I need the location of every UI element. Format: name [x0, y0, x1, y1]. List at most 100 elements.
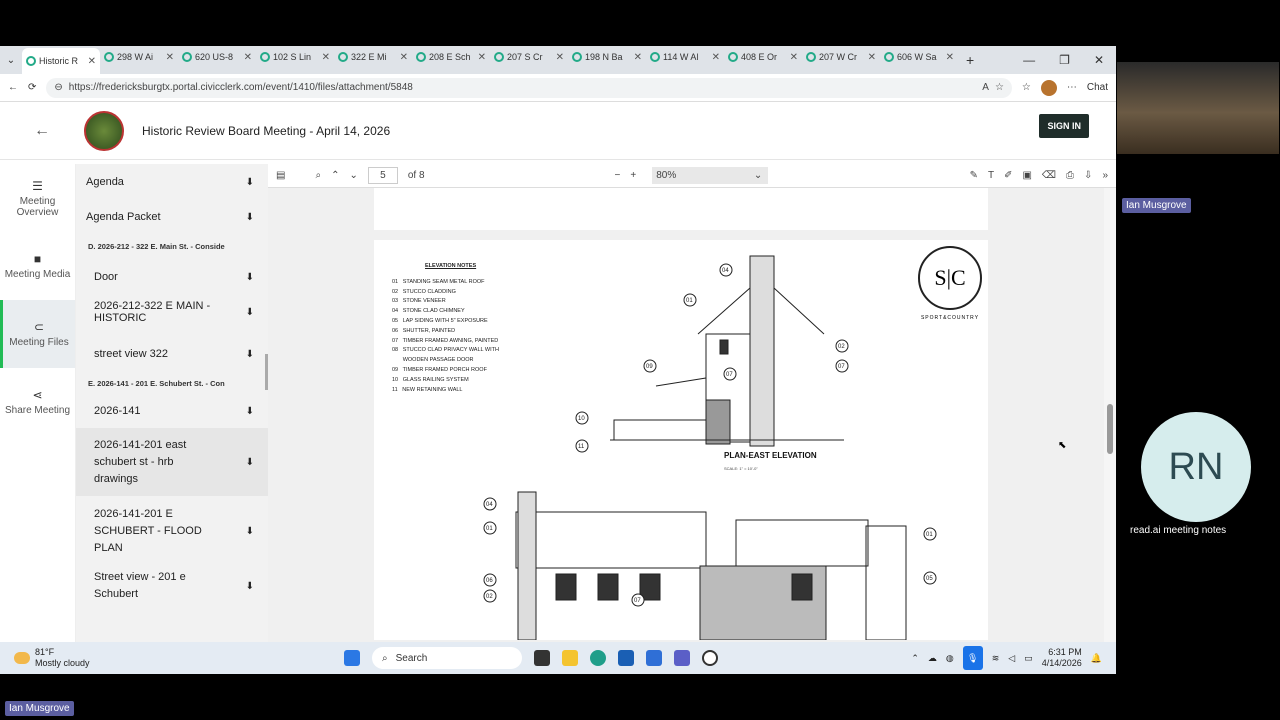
search-icon[interactable]: ⌕ [315, 170, 321, 181]
sign-in-button[interactable]: SIGN IN [1039, 114, 1089, 138]
erase-icon[interactable]: ⌫ [1042, 170, 1056, 181]
nav-share[interactable]: ⋖ Share Meeting [0, 368, 75, 436]
file-hrb-drawings[interactable]: 2026-141-201 east schubert st - hrb draw… [76, 428, 268, 496]
minimize-button[interactable]: — [1023, 53, 1035, 67]
tab-list-button[interactable]: ⌄ [0, 55, 22, 66]
zoom-select[interactable]: 80% ⌄ [652, 167, 769, 184]
page-number-input[interactable]: 5 [367, 167, 398, 184]
favorite-icon[interactable]: ☆ [995, 82, 1004, 93]
more-menu-icon[interactable]: ⋯ [1067, 82, 1077, 93]
file-flood-plan[interactable]: 2026-141-201 E SCHUBERT - FLOOD PLAN ⬇ [76, 496, 268, 566]
close-tab-icon[interactable]: ✕ [166, 52, 174, 63]
download-icon[interactable]: ⬇ [246, 177, 254, 188]
download-icon[interactable]: ⬇ [246, 272, 254, 283]
close-tab-icon[interactable]: ✕ [868, 52, 876, 63]
wifi-icon[interactable]: ≋ [992, 653, 1000, 664]
file-2026-141[interactable]: 2026-141 ⬇ [76, 394, 268, 428]
browser-tab[interactable]: 208 E Sch ✕ [412, 46, 490, 68]
download-icon[interactable]: ⬇ [246, 457, 254, 468]
close-tab-icon[interactable]: ✕ [88, 56, 96, 67]
browser-tab[interactable]: 322 E Mi ✕ [334, 46, 412, 68]
download-icon[interactable]: ⬇ [246, 406, 254, 417]
new-tab-button[interactable]: + [958, 52, 982, 68]
browser-tab[interactable]: 207 W Cr ✕ [802, 46, 880, 68]
next-page-icon[interactable]: ⌄ [349, 170, 357, 181]
file-door[interactable]: Door ⬇ [76, 257, 268, 287]
download-icon[interactable]: ⬇ [246, 212, 254, 223]
back-button[interactable]: ← [8, 82, 18, 93]
browser-tab[interactable]: 408 E Or ✕ [724, 46, 802, 68]
image-icon[interactable]: ▣ [1022, 170, 1031, 181]
close-tab-icon[interactable]: ✕ [400, 52, 408, 63]
site-info-icon[interactable]: ⊖ [54, 82, 62, 93]
prev-page-icon[interactable]: ⌃ [331, 170, 339, 181]
browser-tab[interactable]: 114 W Al ✕ [646, 46, 724, 68]
start-button[interactable] [344, 650, 360, 666]
zoom-in-icon[interactable]: + [630, 170, 636, 181]
save-icon[interactable]: ⇩ [1084, 170, 1092, 181]
favorites-icon[interactable]: ☆ [1022, 82, 1031, 93]
browser-tab[interactable]: 620 US-8 ✕ [178, 46, 256, 68]
browser-tab[interactable]: 207 S Cr ✕ [490, 46, 568, 68]
draw-icon[interactable]: ✎ [970, 170, 978, 181]
pdf-scrollbar[interactable] [1104, 188, 1116, 642]
print-icon[interactable]: ⎙ [1066, 170, 1074, 181]
tray-app-icon[interactable]: ◍ [946, 653, 954, 664]
download-icon[interactable]: ⬇ [246, 349, 254, 360]
close-tab-icon[interactable]: ✕ [634, 52, 642, 63]
clock[interactable]: 6:31 PM 4/14/2026 [1042, 647, 1082, 669]
section-e-header[interactable]: E. 2026-141 - 201 E. Schubert St. - Con [76, 371, 268, 394]
profile-avatar[interactable] [1040, 79, 1057, 96]
battery-icon[interactable]: ▭ [1024, 653, 1033, 664]
close-tab-icon[interactable]: ✕ [478, 52, 486, 63]
scroll-thumb[interactable] [1107, 404, 1113, 454]
file-322-historic[interactable]: 2026-212-322 E MAIN - HISTORIC ⬇ [76, 287, 268, 337]
address-bar[interactable]: ⊖ https://fredericksburgtx.portal.civicc… [46, 77, 1012, 98]
back-arrow-icon[interactable]: ← [0, 122, 84, 140]
edge-icon[interactable] [590, 650, 606, 666]
more-tools-icon[interactable]: » [1102, 170, 1108, 181]
taskbar-search[interactable]: ⌕ Search [372, 647, 522, 669]
section-d-header[interactable]: D. 2026-212 - 322 E. Main St. - Conside [76, 234, 268, 257]
teams-icon[interactable] [674, 650, 690, 666]
download-icon[interactable]: ⬇ [246, 581, 254, 592]
download-icon[interactable]: ⬇ [246, 307, 254, 318]
copilot-chat-button[interactable]: Chat [1087, 82, 1108, 93]
close-tab-icon[interactable]: ✕ [244, 52, 252, 63]
task-view-icon[interactable] [534, 650, 550, 666]
zoom-out-icon[interactable]: − [615, 170, 621, 181]
browser-tab[interactable]: Historic R ✕ [22, 48, 100, 74]
file-agenda[interactable]: Agenda ⬇ [76, 164, 268, 200]
outlook-icon[interactable] [646, 650, 662, 666]
microphone-icon[interactable]: 🎙 [962, 646, 983, 670]
restore-button[interactable]: ❐ [1059, 53, 1070, 67]
close-tab-icon[interactable]: ✕ [790, 52, 798, 63]
volume-icon[interactable]: ◁ [1008, 653, 1015, 664]
weather-widget[interactable]: 81°F Mostly cloudy [14, 647, 344, 669]
onedrive-icon[interactable]: ☁ [928, 653, 937, 664]
nav-video[interactable]: ■ Meeting Media [0, 232, 75, 300]
browser-tab[interactable]: 102 S Lin ✕ [256, 46, 334, 68]
app-icon[interactable] [702, 650, 718, 666]
notification-icon[interactable]: 🔔 [1091, 653, 1102, 664]
browser-tab[interactable]: 298 W Ai ✕ [100, 46, 178, 68]
file-explorer-icon[interactable] [562, 650, 578, 666]
close-tab-icon[interactable]: ✕ [946, 52, 954, 63]
browser-tab[interactable]: 606 W Sa ✕ [880, 46, 958, 68]
text-icon[interactable]: T [988, 170, 994, 181]
chevron-up-icon[interactable]: ⌃ [911, 653, 919, 664]
close-tab-icon[interactable]: ✕ [556, 52, 564, 63]
nav-paperclip[interactable]: ⊂ Meeting Files [0, 300, 75, 368]
file-agenda-packet[interactable]: Agenda Packet ⬇ [76, 200, 268, 234]
read-aloud-icon[interactable]: A [982, 82, 989, 93]
file-street-view-201[interactable]: Street view - 201 e Schubert ⬇ [76, 566, 268, 606]
nav-list[interactable]: ☰ Meeting Overview [0, 164, 75, 232]
browser-tab[interactable]: 198 N Ba ✕ [568, 46, 646, 68]
sidebar-toggle-icon[interactable]: ▤ [276, 170, 285, 181]
store-icon[interactable] [618, 650, 634, 666]
close-window-button[interactable]: ✕ [1094, 53, 1104, 67]
file-street-view-322[interactable]: street view 322 ⬇ [76, 337, 268, 371]
download-icon[interactable]: ⬇ [246, 526, 254, 537]
refresh-button[interactable]: ⟳ [28, 82, 36, 93]
highlight-icon[interactable]: ✐ [1004, 170, 1012, 181]
